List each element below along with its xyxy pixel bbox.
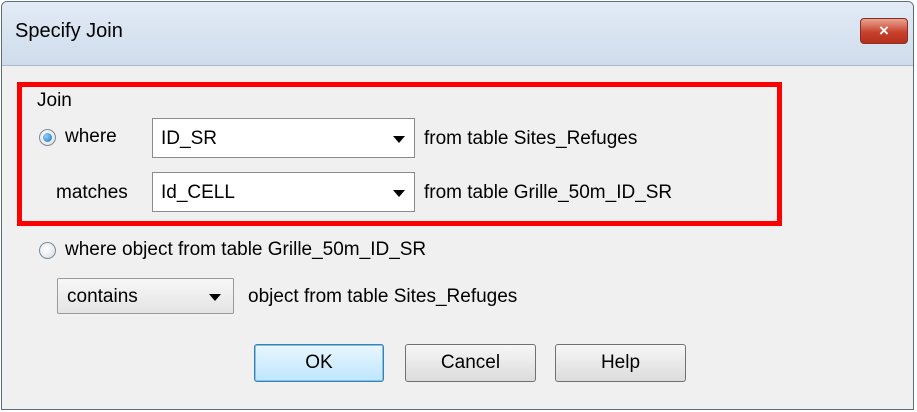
- spatial-operator-value: contains: [67, 286, 138, 307]
- spatial-operator-select[interactable]: contains: [57, 278, 234, 314]
- title-bar: Specify Join ×: [2, 2, 913, 66]
- specify-join-dialog: Specify Join × Join where ID_SR from tab…: [1, 1, 914, 410]
- help-button[interactable]: Help: [555, 344, 686, 382]
- object-table-text: object from table Sites_Refuges: [248, 286, 518, 307]
- dialog-title: Specify Join: [15, 20, 123, 42]
- highlight-frame: [17, 82, 782, 226]
- where-object-radio[interactable]: [39, 242, 56, 259]
- close-button[interactable]: ×: [860, 18, 908, 44]
- chevron-down-icon: [209, 294, 221, 301]
- where-object-label: where object from table Grille_50m_ID_SR: [65, 239, 427, 260]
- close-icon: ×: [879, 21, 889, 40]
- ok-button[interactable]: OK: [254, 344, 384, 382]
- cancel-button[interactable]: Cancel: [405, 344, 536, 382]
